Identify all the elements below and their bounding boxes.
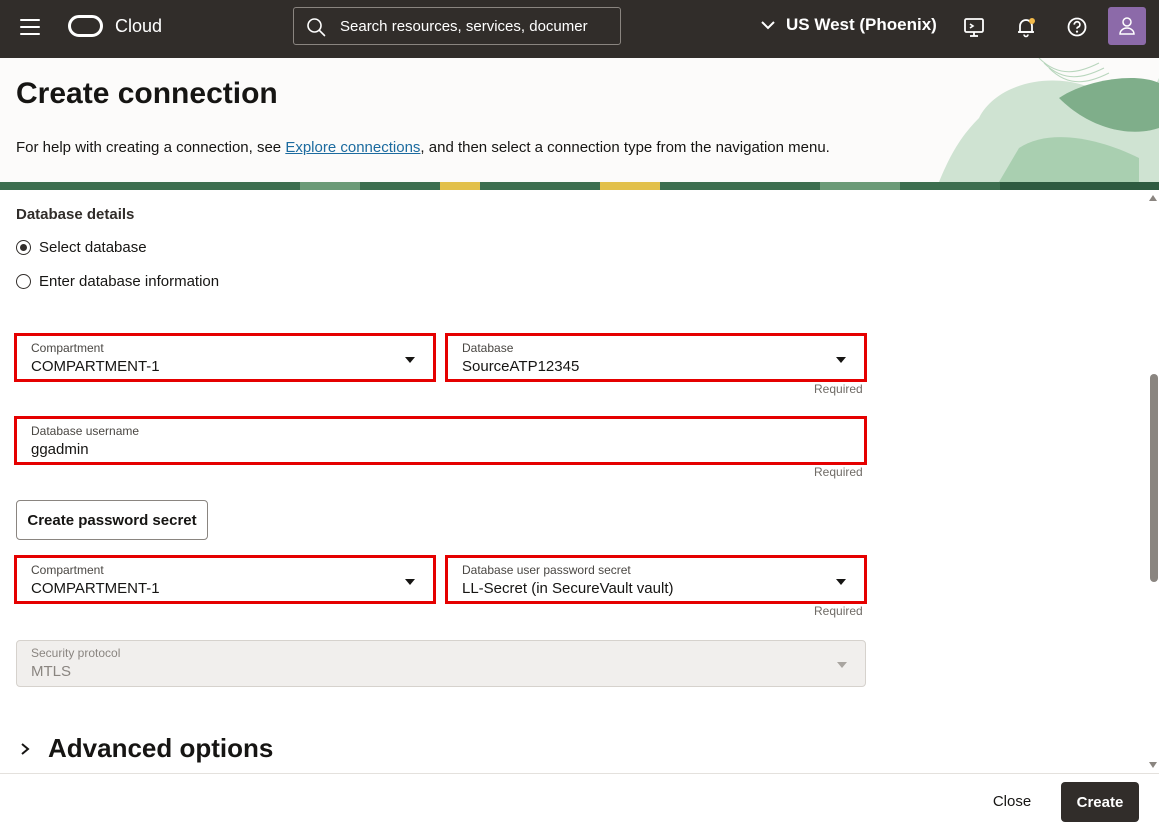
radio-button[interactable] [16, 274, 31, 289]
menu-icon[interactable] [20, 19, 40, 35]
field-label: Database username [31, 424, 140, 438]
section-label-database-details: Database details [16, 206, 135, 223]
search-input[interactable] [340, 8, 610, 44]
field-label: Security protocol [31, 646, 121, 660]
help-text-suffix: , and then select a connection type from… [420, 139, 830, 156]
compartment-select[interactable]: Compartment COMPARTMENT-1 [14, 333, 436, 382]
field-label: Compartment [31, 563, 104, 577]
help-text: For help with creating a connection, see… [16, 139, 830, 156]
radio-enter-database-info[interactable]: Enter database information [16, 273, 219, 290]
field-value: COMPARTMENT-1 [31, 580, 160, 597]
search-box[interactable] [293, 7, 621, 45]
create-password-secret-button[interactable]: Create password secret [16, 500, 208, 540]
dropdown-arrow-icon [405, 357, 415, 363]
dropdown-arrow-icon [836, 579, 846, 585]
create-button[interactable]: Create [1061, 782, 1139, 822]
oracle-logo[interactable] [68, 15, 103, 37]
advanced-options-label: Advanced options [48, 733, 274, 763]
radio-label: Select database [39, 239, 147, 256]
brand-label[interactable]: Cloud [115, 16, 162, 37]
dropdown-arrow-icon [405, 579, 415, 585]
field-value: COMPARTMENT-1 [31, 358, 160, 375]
field-value[interactable]: ggadmin [31, 441, 89, 458]
required-hint: Required [814, 382, 863, 396]
field-value: SourceATP12345 [462, 358, 580, 375]
chevron-down-icon [761, 21, 775, 30]
field-value: MTLS [31, 663, 72, 680]
header-pattern-band [0, 182, 1159, 190]
profile-avatar[interactable] [1108, 7, 1146, 45]
compartment-select-secret[interactable]: Compartment COMPARTMENT-1 [14, 555, 436, 604]
scrollbar-thumb[interactable] [1150, 374, 1158, 582]
database-select[interactable]: Database SourceATP12345 [445, 333, 867, 382]
radio-label: Enter database information [39, 273, 220, 290]
dropdown-arrow-icon [836, 357, 846, 363]
page-title: Create connection [16, 77, 278, 110]
profile-icon [1119, 17, 1135, 35]
dropdown-arrow-icon [837, 662, 847, 668]
password-secret-select[interactable]: Database user password secret LL-Secret … [445, 555, 867, 604]
close-button[interactable]: Close [978, 783, 1046, 819]
field-label: Compartment [31, 341, 104, 355]
chevron-right-icon [21, 742, 30, 755]
radio-button-checked[interactable] [16, 240, 31, 255]
notifications-icon[interactable] [1014, 15, 1038, 39]
explore-connections-link[interactable]: Explore connections [285, 139, 420, 156]
scroll-up-arrow-icon[interactable] [1149, 195, 1157, 201]
help-text-prefix: For help with creating a connection, see [16, 139, 286, 156]
radio-select-database[interactable]: Select database [16, 239, 147, 256]
region-label: US West (Phoenix) [786, 15, 937, 34]
cloud-shell-icon[interactable] [962, 15, 986, 39]
search-icon [307, 18, 326, 37]
advanced-options-toggle[interactable]: Advanced options [20, 733, 273, 764]
scroll-down-arrow-icon[interactable] [1149, 762, 1157, 768]
database-username-field[interactable]: Database username ggadmin [14, 416, 867, 465]
help-icon[interactable] [1065, 15, 1089, 39]
required-hint: Required [814, 604, 863, 618]
region-selector[interactable]: US West (Phoenix) [760, 15, 937, 35]
field-label: Database user password secret [462, 563, 631, 577]
security-protocol-select: Security protocol MTLS [16, 640, 866, 687]
field-label: Database [462, 341, 514, 355]
field-value: LL-Secret (in SecureVault vault) [462, 580, 674, 597]
header-decoration [939, 58, 1159, 182]
required-hint: Required [814, 465, 863, 479]
